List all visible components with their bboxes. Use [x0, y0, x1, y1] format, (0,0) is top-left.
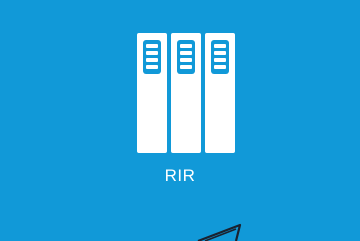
rir-tile[interactable]: RIR [0, 0, 360, 241]
server-racks-icon [136, 33, 236, 153]
tile-label: RIR [164, 166, 196, 185]
